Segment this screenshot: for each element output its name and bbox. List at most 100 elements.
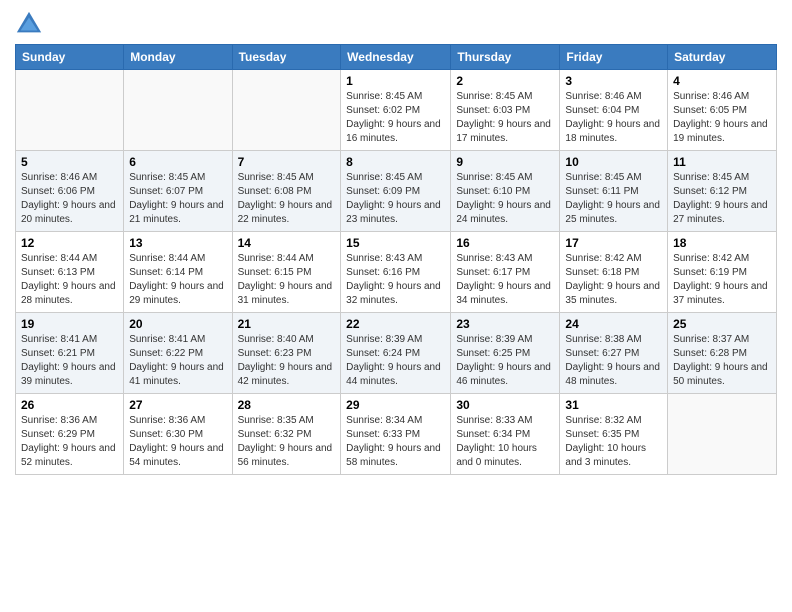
day-info: Sunrise: 8:33 AM Sunset: 6:34 PM Dayligh… [456,414,554,470]
day-cell [124,70,232,151]
day-cell: 12 Sunrise: 8:44 AM Sunset: 6:13 PM Dayli… [16,232,124,313]
day-info: Sunrise: 8:41 AM Sunset: 6:22 PM Dayligh… [129,333,226,389]
day-info: Sunrise: 8:37 AM Sunset: 6:28 PM Dayligh… [673,333,771,389]
day-cell [232,70,341,151]
day-number: 14 [238,236,336,250]
day-info: Sunrise: 8:45 AM Sunset: 6:11 PM Dayligh… [565,171,662,227]
day-number: 7 [238,155,336,169]
day-cell: 4 Sunrise: 8:46 AM Sunset: 6:05 PM Daylig… [668,70,777,151]
day-info: Sunrise: 8:46 AM Sunset: 6:06 PM Dayligh… [21,171,118,227]
day-number: 16 [456,236,554,250]
day-number: 5 [21,155,118,169]
day-cell: 1Sunrise: 8:45 AM Sunset: 6:02 PM Daylig… [341,70,451,151]
day-cell: 6 Sunrise: 8:45 AM Sunset: 6:07 PM Daylig… [124,151,232,232]
day-info: Sunrise: 8:32 AM Sunset: 6:35 PM Dayligh… [565,414,662,470]
day-cell: 29 Sunrise: 8:34 AM Sunset: 6:33 PM Dayli… [341,394,451,475]
weekday-header-row: SundayMondayTuesdayWednesdayThursdayFrid… [16,45,777,70]
day-cell [16,70,124,151]
weekday-tuesday: Tuesday [232,45,341,70]
day-cell: 18 Sunrise: 8:42 AM Sunset: 6:19 PM Dayli… [668,232,777,313]
day-info: Sunrise: 8:39 AM Sunset: 6:24 PM Dayligh… [346,333,445,389]
day-cell: 5 Sunrise: 8:46 AM Sunset: 6:06 PM Daylig… [16,151,124,232]
day-cell: 21 Sunrise: 8:40 AM Sunset: 6:23 PM Dayli… [232,313,341,394]
day-info: Sunrise: 8:45 AM Sunset: 6:10 PM Dayligh… [456,171,554,227]
day-number: 20 [129,317,226,331]
day-info: Sunrise: 8:36 AM Sunset: 6:30 PM Dayligh… [129,414,226,470]
day-info: Sunrise: 8:41 AM Sunset: 6:21 PM Dayligh… [21,333,118,389]
day-cell: 15 Sunrise: 8:43 AM Sunset: 6:16 PM Dayli… [341,232,451,313]
day-cell: 20 Sunrise: 8:41 AM Sunset: 6:22 PM Dayli… [124,313,232,394]
day-number: 24 [565,317,662,331]
day-info: Sunrise: 8:43 AM Sunset: 6:16 PM Dayligh… [346,252,445,308]
day-info: Sunrise: 8:44 AM Sunset: 6:14 PM Dayligh… [129,252,226,308]
weekday-monday: Monday [124,45,232,70]
day-info: Sunrise: 8:45 AM Sunset: 6:12 PM Dayligh… [673,171,771,227]
day-cell: 24 Sunrise: 8:38 AM Sunset: 6:27 PM Dayli… [560,313,668,394]
day-info: Sunrise: 8:40 AM Sunset: 6:23 PM Dayligh… [238,333,336,389]
day-cell: 25 Sunrise: 8:37 AM Sunset: 6:28 PM Dayli… [668,313,777,394]
day-number: 19 [21,317,118,331]
day-cell: 2 Sunrise: 8:45 AM Sunset: 6:03 PM Daylig… [451,70,560,151]
day-number: 26 [21,398,118,412]
day-cell: 14 Sunrise: 8:44 AM Sunset: 6:15 PM Dayli… [232,232,341,313]
weekday-sunday: Sunday [16,45,124,70]
day-number: 30 [456,398,554,412]
day-cell: 3 Sunrise: 8:46 AM Sunset: 6:04 PM Daylig… [560,70,668,151]
day-cell: 13 Sunrise: 8:44 AM Sunset: 6:14 PM Dayli… [124,232,232,313]
day-cell: 19 Sunrise: 8:41 AM Sunset: 6:21 PM Dayli… [16,313,124,394]
day-number: 8 [346,155,445,169]
logo [15,10,47,38]
week-row-2: 5 Sunrise: 8:46 AM Sunset: 6:06 PM Daylig… [16,151,777,232]
day-cell: 26 Sunrise: 8:36 AM Sunset: 6:29 PM Dayli… [16,394,124,475]
day-number: 10 [565,155,662,169]
day-cell [668,394,777,475]
day-info: Sunrise: 8:46 AM Sunset: 6:04 PM Dayligh… [565,90,662,146]
weekday-saturday: Saturday [668,45,777,70]
day-cell: 10 Sunrise: 8:45 AM Sunset: 6:11 PM Dayli… [560,151,668,232]
day-cell: 16 Sunrise: 8:43 AM Sunset: 6:17 PM Dayli… [451,232,560,313]
day-number: 2 [456,74,554,88]
day-cell: 9 Sunrise: 8:45 AM Sunset: 6:10 PM Daylig… [451,151,560,232]
day-info: Sunrise: 8:45 AM Sunset: 6:08 PM Dayligh… [238,171,336,227]
day-number: 15 [346,236,445,250]
week-row-3: 12 Sunrise: 8:44 AM Sunset: 6:13 PM Dayli… [16,232,777,313]
day-number: 12 [21,236,118,250]
weekday-friday: Friday [560,45,668,70]
day-info: Sunrise: 8:34 AM Sunset: 6:33 PM Dayligh… [346,414,445,470]
day-number: 3 [565,74,662,88]
day-info: Sunrise: 8:45 AM Sunset: 6:07 PM Dayligh… [129,171,226,227]
day-info: Sunrise: 8:42 AM Sunset: 6:19 PM Dayligh… [673,252,771,308]
day-number: 18 [673,236,771,250]
day-info: Sunrise: 8:44 AM Sunset: 6:15 PM Dayligh… [238,252,336,308]
day-info: Sunrise: 8:44 AM Sunset: 6:13 PM Dayligh… [21,252,118,308]
day-number: 28 [238,398,336,412]
day-info: Sunrise: 8:46 AM Sunset: 6:05 PM Dayligh… [673,90,771,146]
day-number: 29 [346,398,445,412]
weekday-wednesday: Wednesday [341,45,451,70]
weekday-thursday: Thursday [451,45,560,70]
day-number: 9 [456,155,554,169]
week-row-1: 1Sunrise: 8:45 AM Sunset: 6:02 PM Daylig… [16,70,777,151]
day-info: Sunrise: 8:36 AM Sunset: 6:29 PM Dayligh… [21,414,118,470]
day-cell: 11Sunrise: 8:45 AM Sunset: 6:12 PM Dayli… [668,151,777,232]
day-number: 17 [565,236,662,250]
calendar-table: SundayMondayTuesdayWednesdayThursdayFrid… [15,44,777,475]
day-cell: 27 Sunrise: 8:36 AM Sunset: 6:30 PM Dayli… [124,394,232,475]
day-info: Sunrise: 8:38 AM Sunset: 6:27 PM Dayligh… [565,333,662,389]
day-info: Sunrise: 8:39 AM Sunset: 6:25 PM Dayligh… [456,333,554,389]
day-number: 27 [129,398,226,412]
day-number: 4 [673,74,771,88]
day-info: Sunrise: 8:43 AM Sunset: 6:17 PM Dayligh… [456,252,554,308]
day-cell: 30 Sunrise: 8:33 AM Sunset: 6:34 PM Dayli… [451,394,560,475]
day-cell: 23Sunrise: 8:39 AM Sunset: 6:25 PM Dayli… [451,313,560,394]
day-number: 6 [129,155,226,169]
logo-icon [15,10,43,38]
day-number: 13 [129,236,226,250]
day-info: Sunrise: 8:35 AM Sunset: 6:32 PM Dayligh… [238,414,336,470]
day-cell: 22Sunrise: 8:39 AM Sunset: 6:24 PM Dayli… [341,313,451,394]
header [15,10,777,38]
day-info: Sunrise: 8:45 AM Sunset: 6:03 PM Dayligh… [456,90,554,146]
day-number: 25 [673,317,771,331]
day-cell: 17Sunrise: 8:42 AM Sunset: 6:18 PM Dayli… [560,232,668,313]
day-number: 21 [238,317,336,331]
